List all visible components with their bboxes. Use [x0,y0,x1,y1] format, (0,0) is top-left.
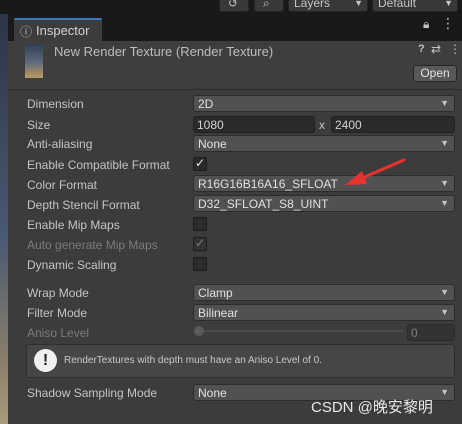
more-icon[interactable]: ⋮ [449,42,461,56]
anti-aliasing-value: None [198,137,227,151]
auto-generate-mip-maps-checkbox: ✓ [193,236,207,251]
aniso-level-slider-thumb [194,326,204,336]
dynamic-scaling-checkbox[interactable] [193,257,207,271]
shadow-sampling-mode-label: Shadow Sampling Mode [27,386,158,400]
auto-generate-mip-maps-label: Auto generate Mip Maps [27,238,158,252]
inspector-icon: ⓘ [20,25,33,39]
tab-inspector-label: Inspector [36,23,90,38]
help-icon[interactable]: ? [418,43,425,55]
tab-bar: ⓘ Inspector [8,14,462,41]
tab-menu-icon[interactable]: ⋮ [441,15,455,32]
checkmark-icon: ✓ [195,156,206,170]
layers-label: Layers [294,0,331,10]
color-format-dropdown[interactable]: R16G16B16A16_SFLOAT ▼ [193,175,455,192]
enable-mip-maps-checkbox[interactable] [193,217,207,231]
settings-icon[interactable]: ⇄ [431,42,441,56]
shadow-sampling-mode-value: None [198,386,227,400]
depth-stencil-format-value: D32_SFLOAT_S8_UINT [198,197,329,211]
size-x-label: x [319,118,325,132]
layout-dropdown[interactable]: Default ▼ [372,0,458,12]
anti-aliasing-dropdown[interactable]: None ▼ [193,135,455,152]
chevron-down-icon: ▼ [444,0,453,8]
history-icon: ↺ [228,0,239,10]
scene-view-edge [0,14,8,424]
lock-icon[interactable]: 🔒︎ [423,17,429,32]
asset-title: New Render Texture (Render Texture) [54,44,274,59]
layers-dropdown[interactable]: Layers ▼ [288,0,368,12]
filter-mode-label: Filter Mode [27,306,88,320]
chevron-down-icon: ▼ [354,0,363,8]
chevron-down-icon: ▼ [440,138,449,148]
wrap-mode-dropdown[interactable]: Clamp ▼ [193,284,455,301]
size-height-value: 2400 [335,118,362,132]
warning-icon: ! [34,349,57,372]
dimension-dropdown[interactable]: 2D ▼ [193,95,455,112]
asset-header: New Render Texture (Render Texture) [8,41,462,90]
asset-thumbnail [25,44,43,78]
chevron-down-icon: ▼ [440,387,449,397]
aniso-level-label: Aniso Level [27,326,90,340]
color-format-value: R16G16B16A16_SFLOAT [198,177,338,191]
chevron-down-icon: ▼ [440,98,449,108]
aniso-level-field: 0 [407,324,455,341]
enable-compatible-format-label: Enable Compatible Format [27,158,170,172]
history-button[interactable]: ↺ [219,0,249,12]
chevron-down-icon: ▼ [440,198,449,208]
enable-compatible-format-checkbox[interactable]: ✓ [193,156,207,171]
dimension-label: Dimension [27,97,84,111]
size-width-field[interactable]: 1080 [193,116,315,133]
dynamic-scaling-label: Dynamic Scaling [27,258,117,272]
anti-aliasing-label: Anti-aliasing [27,137,93,151]
search-icon: ⌕ [263,0,270,10]
color-format-label: Color Format [27,178,98,192]
tab-inspector[interactable]: ⓘ Inspector [14,18,102,41]
watermark: CSDN @晚安黎明 [311,399,433,416]
aniso-level-slider-track [199,330,403,332]
size-width-value: 1080 [197,118,224,132]
help-box: ! RenderTextures with depth must have an… [26,344,455,378]
search-button[interactable]: ⌕ [254,0,284,12]
wrap-mode-label: Wrap Mode [27,286,89,300]
depth-stencil-format-label: Depth Stencil Format [27,198,140,212]
filter-mode-value: Bilinear [198,306,239,320]
annotation-arrow [345,158,406,185]
layout-label: Default [378,0,417,10]
chevron-down-icon: ▼ [440,287,449,297]
help-box-text: RenderTextures with depth must have an A… [64,355,322,366]
size-label: Size [27,118,51,132]
chevron-down-icon: ▼ [440,307,449,317]
enable-mip-maps-label: Enable Mip Maps [27,218,120,232]
chevron-down-icon: ▼ [440,178,449,188]
depth-stencil-format-dropdown[interactable]: D32_SFLOAT_S8_UINT ▼ [193,195,455,212]
top-toolbar: ↺ ⌕ Layers ▼ Default ▼ [0,0,462,14]
filter-mode-dropdown[interactable]: Bilinear ▼ [193,304,455,321]
aniso-level-value: 0 [411,326,418,340]
dimension-value: 2D [198,97,214,111]
checkmark-icon: ✓ [195,236,206,250]
open-button[interactable]: Open [413,65,457,82]
wrap-mode-value: Clamp [198,286,233,300]
size-height-field[interactable]: 2400 [331,116,455,133]
